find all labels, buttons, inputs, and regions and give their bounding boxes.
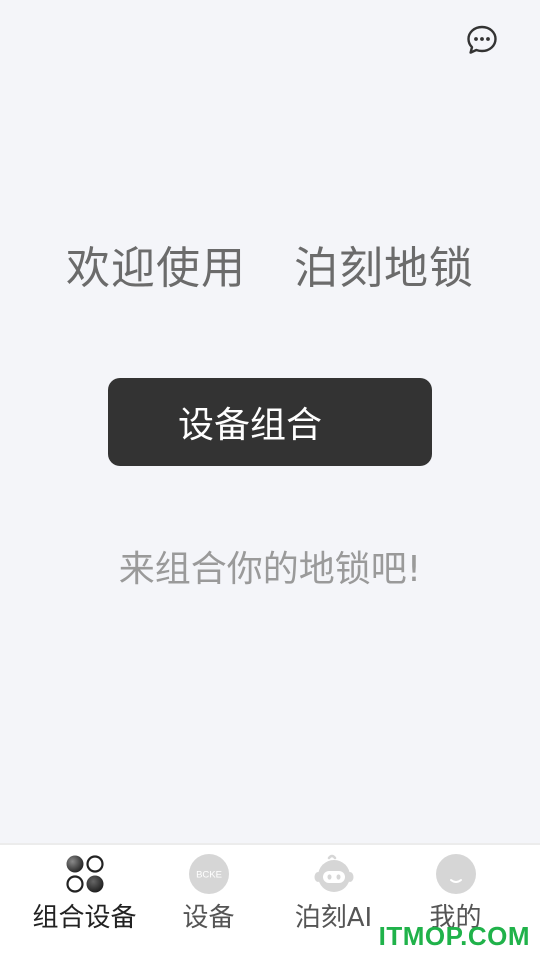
bcke-device-icon: BCKE (188, 854, 229, 894)
welcome-text-part2: 泊刻地锁 (294, 243, 474, 294)
tab-devices-label: 设备 (182, 903, 235, 933)
robot-ai-icon (314, 854, 353, 892)
profile-smile-icon (435, 854, 476, 894)
tab-combine-devices[interactable]: 组合设备 (17, 845, 152, 960)
combine-devices-button-label: 设备组合 (178, 405, 323, 446)
screen: 欢迎使用 泊刻地锁 设备组合 来组合你的地锁吧! 组合设备 BCKE 设备 泊刻… (0, 0, 540, 960)
tab-combine-devices-label: 组合设备 (32, 903, 137, 933)
watermark-text: ITMOP.COM (378, 921, 530, 951)
welcome-text-part1: 欢迎使用 (66, 243, 246, 294)
combine-devices-button[interactable]: 设备组合 (108, 378, 432, 466)
bcke-badge-text: BCKE (196, 870, 222, 881)
chat-bubble-icon (467, 25, 497, 54)
tab-devices[interactable]: BCKE 设备 (141, 845, 276, 960)
welcome-title: 欢迎使用 泊刻地锁 (0, 232, 540, 296)
combine-devices-icon (65, 855, 104, 893)
message-button[interactable] (466, 24, 498, 56)
hint-text: 来组合你的地锁吧! (118, 549, 422, 590)
